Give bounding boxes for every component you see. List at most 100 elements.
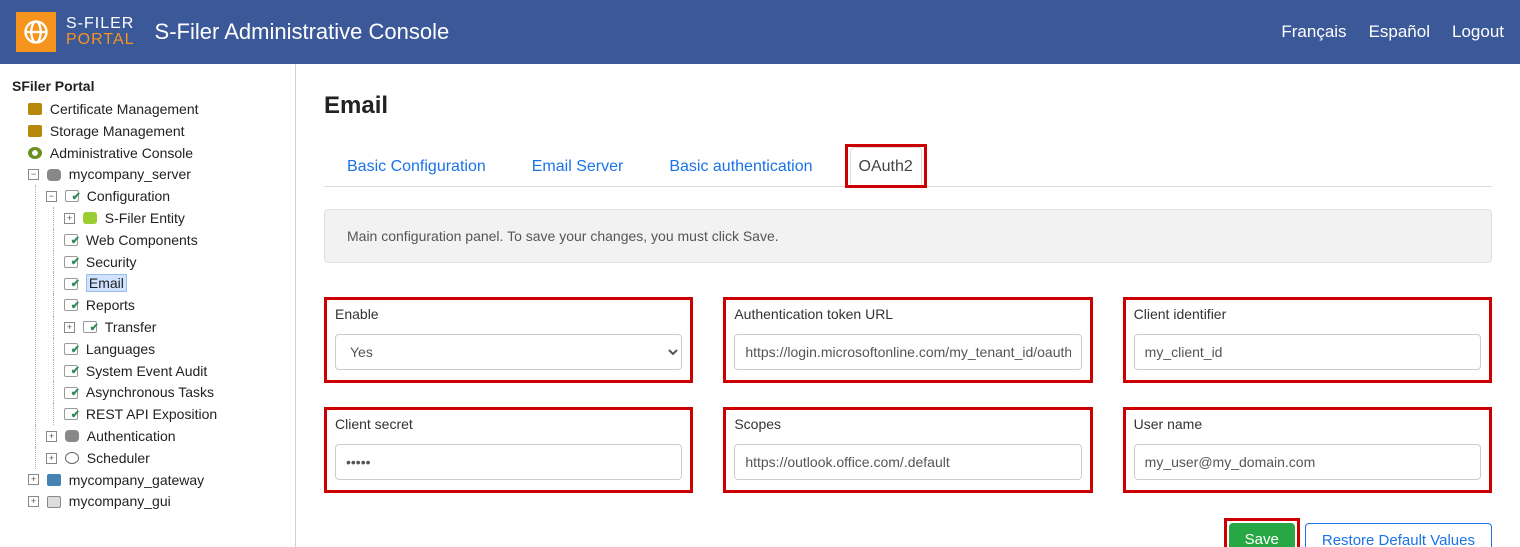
lang-fr-link[interactable]: Français xyxy=(1281,22,1346,42)
expander-minus-icon[interactable]: − xyxy=(28,169,39,180)
expander-plus-icon[interactable]: + xyxy=(64,213,75,224)
tree-label: Languages xyxy=(86,341,155,357)
tree-label: Certificate Management xyxy=(50,101,199,117)
input-client-secret[interactable] xyxy=(335,444,682,480)
tree-label: Reports xyxy=(86,297,135,313)
tree-label: S-Filer Entity xyxy=(105,210,185,226)
expander-plus-icon[interactable]: + xyxy=(64,322,75,333)
logout-link[interactable]: Logout xyxy=(1452,22,1504,42)
tree-item-rest-api[interactable]: REST API Exposition xyxy=(64,403,289,425)
expander-plus-icon[interactable]: + xyxy=(28,474,39,485)
tree-item-reports[interactable]: Reports xyxy=(64,294,289,316)
save-button[interactable]: Save xyxy=(1229,523,1295,547)
gateway-icon xyxy=(47,474,61,486)
tree-item-email[interactable]: Email xyxy=(64,272,289,294)
field-username: User name xyxy=(1123,407,1492,493)
tab-email-server[interactable]: Email Server xyxy=(523,147,633,187)
tree-label: System Event Audit xyxy=(86,362,207,378)
tree-label: Storage Management xyxy=(50,123,185,139)
field-scopes: Scopes xyxy=(723,407,1092,493)
logo-icon xyxy=(16,12,56,52)
save-highlight: Save xyxy=(1229,523,1295,547)
folder-icon xyxy=(28,103,42,115)
input-auth-url[interactable] xyxy=(734,334,1081,370)
expander-plus-icon[interactable]: + xyxy=(28,496,39,507)
select-enable[interactable]: Yes xyxy=(335,334,682,370)
app-header: S-FILER PORTAL S-Filer Administrative Co… xyxy=(0,0,1520,64)
input-username[interactable] xyxy=(1134,444,1481,480)
expander-minus-icon[interactable]: − xyxy=(46,191,57,202)
label-client-secret: Client secret xyxy=(335,416,682,432)
tree-label: mycompany_server xyxy=(69,166,191,182)
lang-es-link[interactable]: Español xyxy=(1369,22,1430,42)
page-icon xyxy=(64,299,78,311)
field-auth-url: Authentication token URL xyxy=(723,297,1092,383)
field-enable: Enable Yes xyxy=(324,297,693,383)
folder-icon xyxy=(28,125,42,137)
tree-item-configuration[interactable]: − Configuration + S-Filer Entity We xyxy=(46,185,289,425)
config-icon xyxy=(65,190,79,202)
field-client-id: Client identifier xyxy=(1123,297,1492,383)
tree-item-sys-event-audit[interactable]: System Event Audit xyxy=(64,360,289,382)
tree-label: Email xyxy=(86,274,127,292)
tree-label: Transfer xyxy=(105,319,157,335)
monitor-icon xyxy=(47,496,61,508)
tab-bar: Basic Configuration Email Server Basic a… xyxy=(324,146,1492,187)
gear-icon xyxy=(28,147,42,159)
page-title: Email xyxy=(324,92,1492,120)
tree-label: Scheduler xyxy=(87,450,150,466)
clock-icon xyxy=(65,452,79,464)
tree-item-authentication[interactable]: + Authentication xyxy=(46,425,289,447)
tree-item-security[interactable]: Security xyxy=(64,251,289,273)
tree-item-transfer[interactable]: + Transfer xyxy=(64,316,289,338)
tree-item-scheduler[interactable]: + Scheduler xyxy=(46,447,289,469)
tree-item-admin-console[interactable]: Administrative Console xyxy=(28,142,289,164)
page-icon xyxy=(64,343,78,355)
expander-plus-icon[interactable]: + xyxy=(46,453,57,464)
page-icon xyxy=(64,408,78,420)
auth-icon xyxy=(65,430,79,442)
tree-label: Configuration xyxy=(87,188,170,204)
brand-bottom: PORTAL xyxy=(66,32,135,48)
tab-basic-config[interactable]: Basic Configuration xyxy=(338,147,495,187)
tree-item-async-tasks[interactable]: Asynchronous Tasks xyxy=(64,381,289,403)
tree-label: Administrative Console xyxy=(50,144,193,160)
page-icon xyxy=(64,256,78,268)
info-banner: Main configuration panel. To save your c… xyxy=(324,209,1492,263)
tree-item-server[interactable]: − mycompany_server − Configuration + S-F… xyxy=(28,163,289,468)
input-client-id[interactable] xyxy=(1134,334,1481,370)
tree-label: Web Components xyxy=(86,232,198,248)
tree-label: Authentication xyxy=(87,428,176,444)
label-username: User name xyxy=(1134,416,1481,432)
tree-label: Security xyxy=(86,253,137,269)
app-title: S-Filer Administrative Console xyxy=(155,19,450,45)
server-icon xyxy=(47,169,61,181)
tree-root[interactable]: SFiler Portal xyxy=(10,78,289,94)
brand-top: S-FILER xyxy=(66,16,135,32)
restore-defaults-button[interactable]: Restore Default Values xyxy=(1305,523,1492,547)
button-row: Save Restore Default Values xyxy=(324,523,1492,547)
label-scopes: Scopes xyxy=(734,416,1081,432)
page-icon xyxy=(64,387,78,399)
tree-item-languages[interactable]: Languages xyxy=(64,338,289,360)
entity-icon xyxy=(83,212,97,224)
tree-item-gui[interactable]: + mycompany_gui xyxy=(28,490,289,512)
tree-item-gateway[interactable]: + mycompany_gateway xyxy=(28,469,289,491)
tab-oauth2[interactable]: OAuth2 xyxy=(850,147,922,187)
tree-label: mycompany_gateway xyxy=(69,471,204,487)
page-icon xyxy=(64,278,78,290)
main-content: Email Basic Configuration Email Server B… xyxy=(296,64,1520,547)
tree-item-cert-mgmt[interactable]: Certificate Management xyxy=(28,98,289,120)
page-icon xyxy=(64,234,78,246)
tree-label: REST API Exposition xyxy=(86,406,217,422)
form-grid: Enable Yes Authentication token URL Clie… xyxy=(324,297,1492,493)
expander-plus-icon[interactable]: + xyxy=(46,431,57,442)
tree-label: mycompany_gui xyxy=(69,493,171,509)
tree-item-web-components[interactable]: Web Components xyxy=(64,229,289,251)
tree-item-sfiler-entity[interactable]: + S-Filer Entity xyxy=(64,207,289,229)
tab-basic-auth[interactable]: Basic authentication xyxy=(660,147,821,187)
tree-item-storage-mgmt[interactable]: Storage Management xyxy=(28,120,289,142)
input-scopes[interactable] xyxy=(734,444,1081,480)
label-enable: Enable xyxy=(335,306,682,322)
tree-label: Asynchronous Tasks xyxy=(86,384,214,400)
